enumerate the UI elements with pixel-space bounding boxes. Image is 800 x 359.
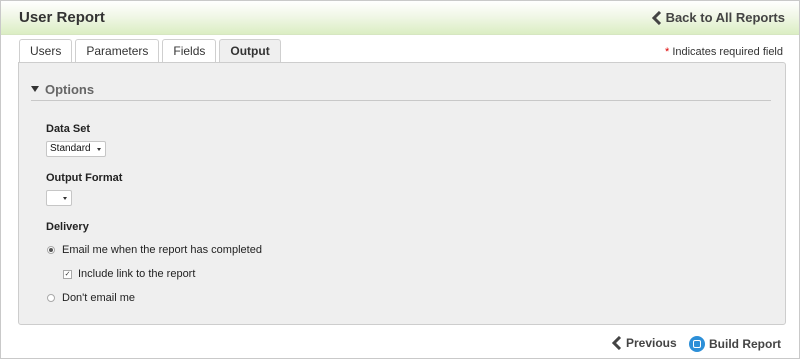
tab-output[interactable]: Output: [219, 39, 281, 63]
build-report-button[interactable]: Build Report: [689, 336, 781, 352]
chevron-left-icon: [651, 10, 661, 25]
dont-email-radio[interactable]: [47, 294, 55, 302]
build-report-label: Build Report: [709, 337, 781, 351]
previous-label: Previous: [626, 336, 677, 350]
include-link-checkbox-option[interactable]: ✓ Include link to the report: [63, 268, 195, 280]
data-set-select[interactable]: Standard: [46, 141, 106, 157]
include-link-checkbox[interactable]: ✓: [63, 269, 72, 279]
output-format-label: Output Format: [46, 172, 123, 184]
required-field-note: * Indicates required field: [665, 46, 783, 58]
output-panel: Options Data Set Standard Output Format …: [18, 62, 786, 325]
build-report-icon: [689, 336, 705, 352]
email-me-radio-option[interactable]: Email me when the report has completed: [47, 244, 262, 256]
back-to-all-reports-link[interactable]: Back to All Reports: [651, 10, 785, 25]
options-section-header[interactable]: Options: [31, 82, 771, 101]
required-note-text: Indicates required field: [669, 46, 783, 58]
dont-email-label: Don't email me: [62, 292, 136, 304]
page-title: User Report: [19, 9, 105, 26]
include-link-label: Include link to the report: [78, 268, 196, 280]
header-bar: User Report Back to All Reports: [1, 1, 799, 35]
dont-email-radio-option[interactable]: Don't email me: [47, 292, 135, 304]
output-format-select[interactable]: [46, 190, 72, 206]
options-section-title: Options: [45, 82, 95, 97]
chevron-left-icon: [612, 336, 622, 350]
delivery-label: Delivery: [46, 221, 89, 233]
dropdown-caret-icon: [96, 148, 101, 151]
tab-parameters[interactable]: Parameters: [75, 39, 160, 62]
email-me-label: Email me when the report has completed: [62, 244, 262, 256]
tab-bar: Users Parameters Fields Output: [19, 39, 284, 63]
data-set-selected-value: Standard: [50, 143, 91, 154]
data-set-label: Data Set: [46, 123, 91, 135]
email-me-radio[interactable]: [47, 246, 55, 254]
back-link-label: Back to All Reports: [665, 10, 785, 25]
tab-users[interactable]: Users: [19, 39, 73, 62]
report-window: User Report Back to All Reports Users Pa…: [0, 0, 800, 359]
tab-fields[interactable]: Fields: [162, 39, 217, 62]
previous-button[interactable]: Previous: [612, 336, 677, 350]
collapse-triangle-icon: [31, 86, 39, 92]
dropdown-caret-icon: [63, 197, 67, 200]
